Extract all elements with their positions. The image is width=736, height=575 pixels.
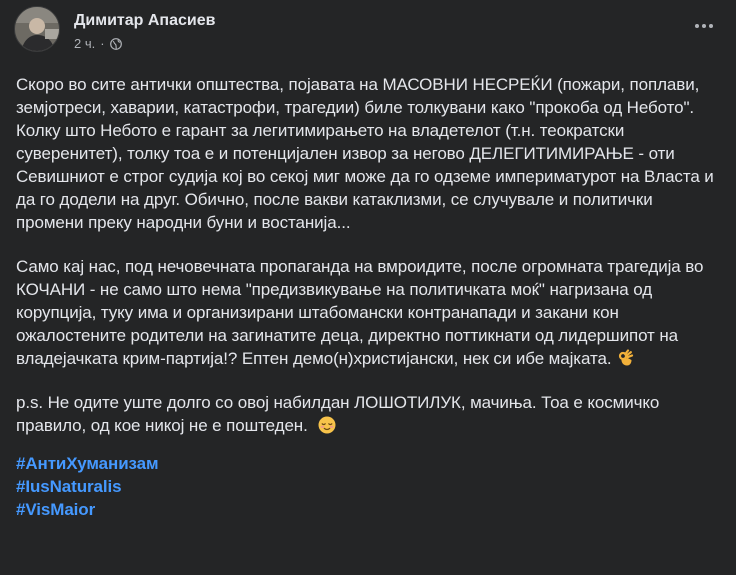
facebook-post: Димитар Апасиев 2 ч. · Скоро во сите ант…	[0, 0, 736, 575]
hashtag-link[interactable]: #АнтиХуманизам	[16, 452, 159, 475]
paragraph-1-text: Скоро во сите антички општества, појават…	[16, 75, 714, 232]
hashtag-link[interactable]: #IusNaturalis	[16, 475, 122, 498]
relieved-face-emoji	[318, 416, 336, 434]
post-meta: 2 ч. ·	[74, 36, 122, 51]
author-avatar[interactable]	[14, 6, 60, 52]
author-name[interactable]: Димитар Апасиев	[74, 12, 215, 30]
ok-hand-emoji	[617, 349, 635, 367]
more-options-icon[interactable]	[692, 14, 716, 38]
post-paragraph-1: Скоро во сите антички општества, појават…	[16, 73, 722, 234]
hashtag-list: #АнтиХуманизам #IusNaturalis #VisMaior	[16, 452, 722, 521]
hashtag-link[interactable]: #VisMaior	[16, 498, 95, 521]
post-paragraph-2: Само кај нас, под нечовечната пропаганда…	[16, 255, 722, 370]
meta-separator: ·	[100, 36, 105, 51]
paragraph-2-text: Само кај нас, под нечовечната пропаганда…	[16, 257, 704, 368]
post-body: Скоро во сите антички општества, појават…	[16, 73, 722, 521]
post-time[interactable]: 2 ч.	[74, 36, 95, 51]
paragraph-3-text: p.s. Не одите уште долго со овој набилда…	[16, 393, 660, 435]
globe-icon[interactable]	[109, 37, 122, 50]
post-paragraph-3: p.s. Не одите уште долго со овој набилда…	[16, 391, 722, 437]
